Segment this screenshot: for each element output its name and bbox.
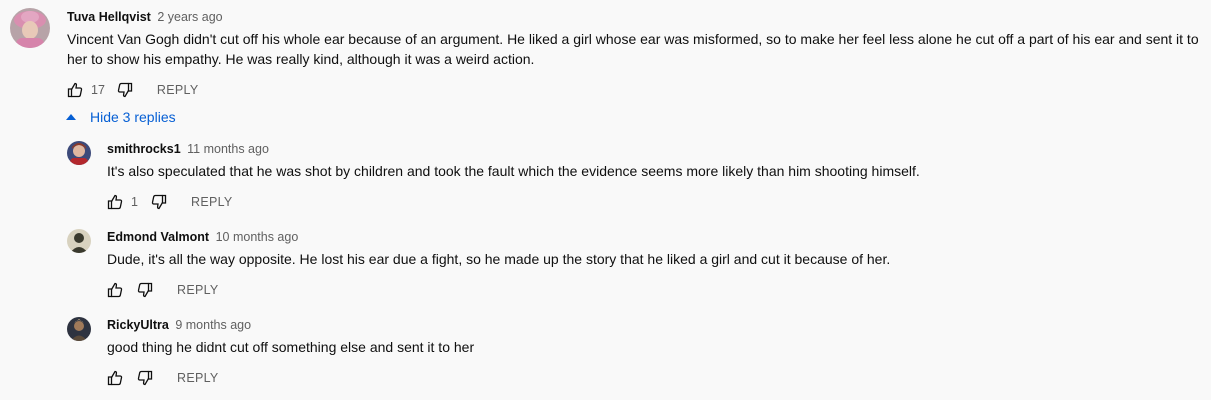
comment-thread: Tuva Hellqvist 2 years ago Vincent Van G… [0, 0, 1211, 400]
thumbs-down-icon [137, 282, 153, 298]
avatar-character-icon [67, 141, 91, 165]
thumbs-up-icon [67, 82, 83, 98]
like-count: 17 [91, 83, 105, 97]
like-button[interactable] [105, 368, 125, 388]
caret-up-icon [66, 114, 76, 120]
avatar[interactable] [10, 8, 50, 48]
reply-text: Dude, it's all the way opposite. He lost… [107, 251, 891, 267]
timestamp[interactable]: 2 years ago [157, 10, 222, 24]
reply-actions: 1 REPLY [105, 192, 233, 212]
reply-text: good thing he didnt cut off something el… [107, 339, 475, 355]
thumbs-down-icon [137, 370, 153, 386]
avatar-dark-figure-icon [67, 317, 91, 341]
reply-header: RickyUltra 9 months ago [107, 317, 251, 333]
author-name[interactable]: smithrocks1 [107, 142, 181, 156]
dislike-button[interactable] [149, 192, 169, 212]
dislike-button[interactable] [135, 368, 155, 388]
avatar[interactable] [67, 229, 91, 253]
author-name[interactable]: RickyUltra [107, 318, 169, 332]
thumbs-down-icon [117, 82, 133, 98]
like-button[interactable] [105, 192, 125, 212]
thumbs-down-icon [151, 194, 167, 210]
reply-button[interactable]: REPLY [177, 371, 219, 385]
dislike-button[interactable] [115, 80, 135, 100]
thumbs-up-icon [107, 282, 123, 298]
avatar-woman-pink-hat-icon [10, 8, 50, 48]
author-name[interactable]: Edmond Valmont [107, 230, 209, 244]
comment-actions: 17 REPLY [65, 80, 198, 100]
avatar-silhouette-icon [67, 229, 91, 253]
timestamp[interactable]: 9 months ago [175, 318, 251, 332]
hide-replies-label: Hide 3 replies [90, 109, 176, 125]
like-button[interactable] [105, 280, 125, 300]
reply-button[interactable]: REPLY [157, 83, 199, 97]
thumbs-up-icon [107, 370, 123, 386]
thumbs-up-icon [107, 194, 123, 210]
timestamp[interactable]: 11 months ago [187, 142, 269, 156]
reply-header: Edmond Valmont 10 months ago [107, 229, 298, 245]
like-button[interactable] [65, 80, 85, 100]
avatar[interactable] [67, 317, 91, 341]
author-name[interactable]: Tuva Hellqvist [67, 10, 151, 24]
reply-button[interactable]: REPLY [191, 195, 233, 209]
hide-replies-button[interactable]: Hide 3 replies [64, 109, 176, 125]
reply-text: It's also speculated that he was shot by… [107, 163, 920, 179]
dislike-button[interactable] [135, 280, 155, 300]
timestamp[interactable]: 10 months ago [216, 230, 299, 244]
reply-actions: REPLY [105, 368, 219, 388]
reply-actions: REPLY [105, 280, 219, 300]
avatar[interactable] [67, 141, 91, 165]
reply-button[interactable]: REPLY [177, 283, 219, 297]
comment-text: Vincent Van Gogh didn't cut off his whol… [67, 31, 1199, 67]
comment-header: Tuva Hellqvist 2 years ago [67, 9, 223, 25]
reply-header: smithrocks1 11 months ago [107, 141, 269, 157]
like-count: 1 [131, 195, 138, 209]
